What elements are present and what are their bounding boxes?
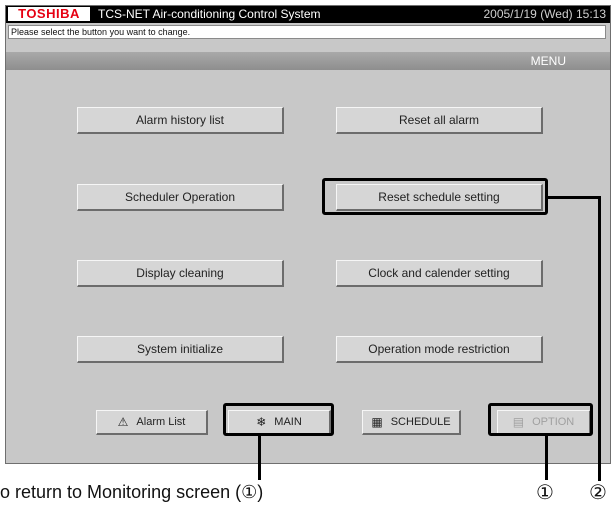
- system-initialize-button[interactable]: System initialize: [77, 336, 284, 363]
- callout-line-main: [258, 436, 261, 480]
- section-bar: MENU: [6, 52, 610, 70]
- app-screen: TOSHIBA TCS-NET Air-conditioning Control…: [5, 5, 611, 464]
- schedule-label: SCHEDULE: [390, 416, 451, 428]
- marker-2: ②: [589, 482, 607, 504]
- highlight-reset-schedule: [322, 178, 548, 215]
- highlight-option: [488, 403, 593, 436]
- app-title: TCS-NET Air-conditioning Control System: [98, 7, 321, 21]
- scheduler-operation-button[interactable]: Scheduler Operation: [77, 184, 284, 211]
- callout-line-v2: [598, 196, 601, 481]
- marker-1: ①: [536, 482, 554, 504]
- annotation-caption: o return to Monitoring screen (①): [0, 482, 264, 502]
- title-bar: TOSHIBA TCS-NET Air-conditioning Control…: [6, 6, 610, 23]
- highlight-main: [223, 403, 334, 436]
- calendar-icon: ▦: [371, 415, 383, 429]
- alarm-history-list-button[interactable]: Alarm history list: [77, 107, 284, 134]
- operation-mode-restriction-button[interactable]: Operation mode restriction: [336, 336, 543, 363]
- toshiba-logo: TOSHIBA: [8, 7, 90, 21]
- callout-line-h: [548, 196, 600, 199]
- schedule-button[interactable]: ▦ SCHEDULE: [362, 410, 461, 435]
- callout-line-v1: [545, 436, 548, 480]
- alarm-list-button[interactable]: ⚠ Alarm List: [96, 410, 208, 435]
- date-time: 2005/1/19 (Wed) 15:13: [483, 7, 606, 21]
- warning-triangle-icon: ⚠: [117, 415, 129, 429]
- section-title: MENU: [530, 54, 566, 68]
- message-bar: Please select the button you want to cha…: [8, 25, 606, 39]
- alarm-list-label: Alarm List: [136, 416, 186, 428]
- clock-calendar-setting-button[interactable]: Clock and calender setting: [336, 260, 543, 287]
- display-cleaning-button[interactable]: Display cleaning: [77, 260, 284, 287]
- reset-all-alarm-button[interactable]: Reset all alarm: [336, 107, 543, 134]
